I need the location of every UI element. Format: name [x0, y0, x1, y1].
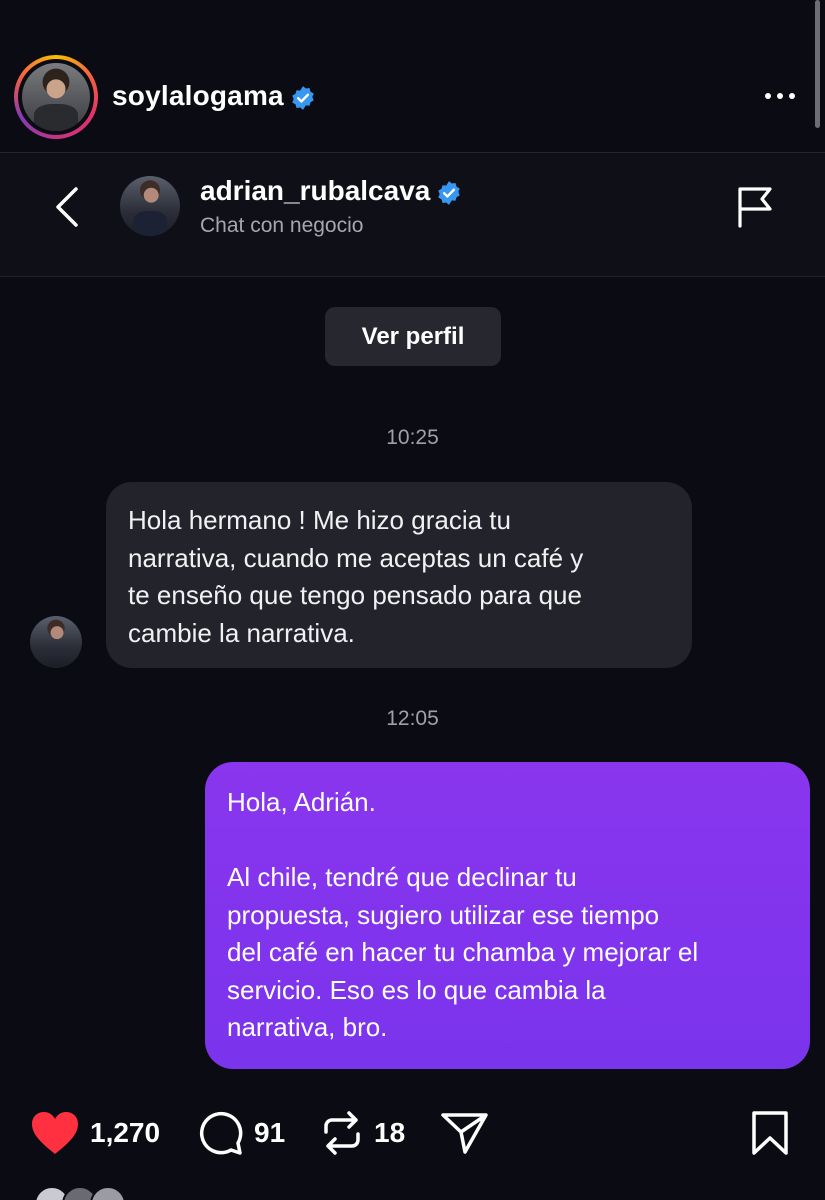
message-line: propuesta, sugiero utilizar ese tiempo	[227, 899, 660, 930]
message-line: te enseño que tengo pensado para que	[128, 580, 582, 610]
scrollbar[interactable]	[815, 0, 820, 128]
chat-subtitle: Chat con negocio	[200, 214, 364, 237]
sender-avatar[interactable]	[30, 616, 82, 668]
comment-action[interactable]: 91	[198, 1110, 285, 1156]
message-line: Al chile, tendré que declinar tu	[227, 862, 577, 892]
avatar-photo	[22, 63, 90, 131]
verified-badge-icon	[292, 85, 314, 110]
message-timestamp: 12:05	[386, 707, 439, 730]
message-paragraph: Al chile, tendré que declinar tu propues…	[227, 859, 790, 1047]
contact-name[interactable]: adrian_rubalcava	[200, 175, 462, 207]
message-line: narrativa, bro.	[227, 1012, 388, 1042]
post-username[interactable]: soylalogama	[112, 80, 316, 112]
dm-divider	[0, 276, 825, 277]
username-text: soylalogama	[112, 80, 284, 111]
bookmark-icon[interactable]	[750, 1110, 790, 1156]
view-profile-button[interactable]: Ver perfil	[325, 307, 501, 366]
contact-avatar[interactable]	[120, 176, 180, 236]
post-header	[0, 0, 825, 152]
heart-icon[interactable]	[30, 1110, 80, 1156]
user-avatar[interactable]	[14, 55, 98, 139]
repost-icon[interactable]	[320, 1110, 364, 1156]
send-icon[interactable]	[440, 1110, 490, 1156]
message-line: cambie la narrativa.	[128, 617, 355, 648]
message-timestamp: 10:25	[386, 426, 439, 449]
message-line: narrativa, cuando me aceptas un café y	[128, 542, 584, 573]
reposts-count: 18	[374, 1117, 406, 1148]
repost-action[interactable]: 18	[320, 1110, 405, 1156]
message-line: servicio. Eso es lo que cambia la	[227, 974, 606, 1005]
likes-count: 1,270	[90, 1117, 161, 1148]
save-action[interactable]	[750, 1110, 790, 1156]
outgoing-message-bubble[interactable]: Hola, Adrián. Al chile, tendré que decli…	[205, 762, 810, 1069]
chevron-left-icon[interactable]	[52, 185, 82, 229]
share-action[interactable]	[440, 1110, 490, 1156]
message-line: Hola, Adrián.	[227, 787, 376, 817]
like-action[interactable]: 1,270	[30, 1110, 160, 1156]
message-line: del café en hacer tu chamba y mejorar el	[227, 937, 699, 967]
flag-icon[interactable]	[734, 184, 776, 228]
verified-badge-icon	[438, 180, 461, 205]
more-options-button[interactable]	[760, 84, 800, 108]
incoming-message-bubble[interactable]: Hola hermano ! Me hizo gracia tu narrati…	[106, 482, 692, 668]
message-line: Hola hermano ! Me hizo gracia tu	[128, 505, 511, 535]
comment-icon[interactable]	[198, 1110, 244, 1156]
contact-name-text: adrian_rubalcava	[200, 175, 431, 206]
comments-count: 91	[254, 1117, 286, 1148]
